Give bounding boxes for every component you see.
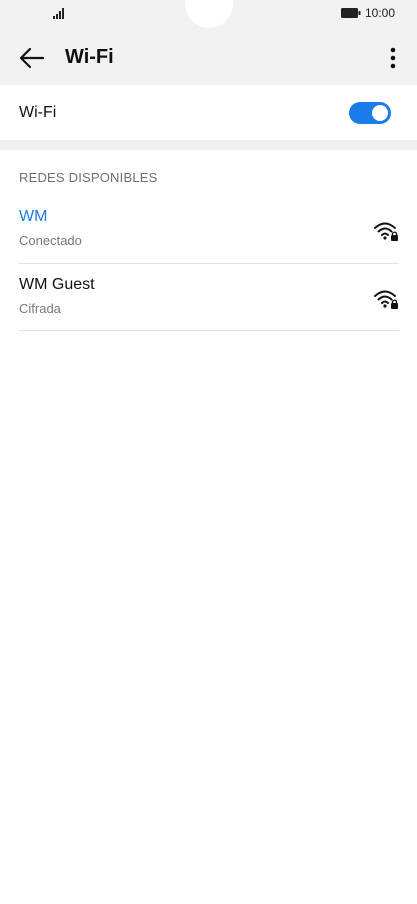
section-divider — [0, 140, 417, 150]
list-divider — [19, 330, 399, 331]
list-divider — [19, 263, 399, 264]
status-time: 10:00 — [364, 6, 395, 20]
section-header-available-networks: REDES DISPONIBLES — [19, 170, 158, 185]
wifi-lock-icon — [374, 290, 398, 309]
wifi-toggle-row[interactable]: Wi-Fi — [0, 85, 417, 140]
wifi-toggle-label: Wi-Fi — [19, 104, 57, 121]
toggle-knob — [372, 105, 388, 121]
network-name: WM Guest — [19, 276, 95, 293]
network-status: Cifrada — [19, 301, 61, 316]
display-notch — [185, 0, 233, 28]
network-item-wm[interactable]: WM Conectado — [19, 208, 399, 274]
more-vert-icon[interactable] — [387, 44, 399, 72]
page-title: Wi-Fi — [65, 46, 114, 68]
network-item-wm-guest[interactable]: WM Guest Cifrada — [19, 276, 399, 342]
battery-icon — [340, 8, 361, 18]
status-right: 10:00 — [340, 6, 395, 20]
network-status: Conectado — [19, 233, 82, 248]
arrow-left-icon[interactable] — [18, 46, 46, 70]
app-header: Wi-Fi — [0, 38, 417, 78]
wifi-toggle-switch[interactable] — [349, 102, 391, 124]
signal-icon — [53, 8, 64, 19]
wifi-lock-icon — [374, 222, 398, 241]
network-name: WM — [19, 208, 48, 225]
